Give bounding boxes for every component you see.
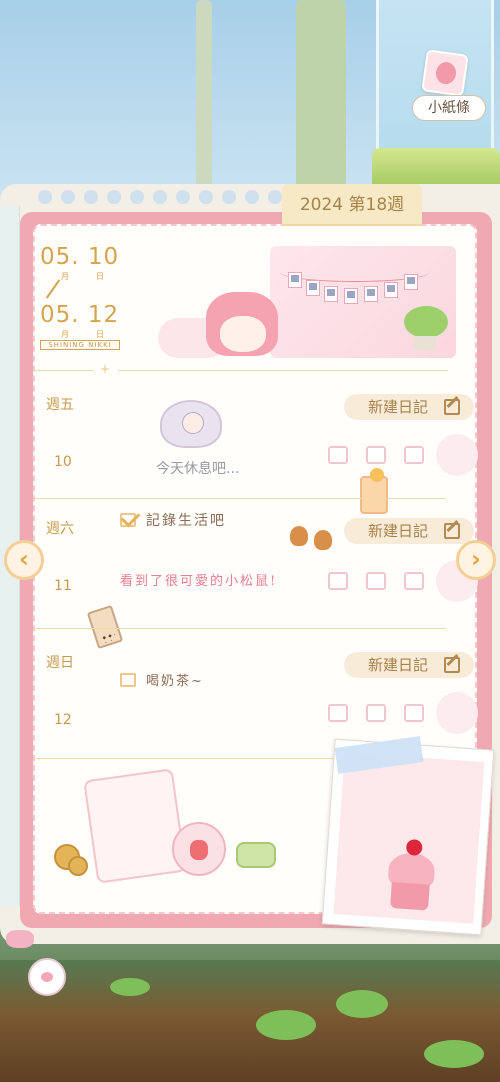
- binder-holes: [38, 190, 288, 204]
- sticker-slot[interactable]: [328, 572, 348, 590]
- mochi-icon: [236, 842, 276, 868]
- sparkle-icon: +: [100, 362, 111, 376]
- sticker-slot[interactable]: [328, 704, 348, 722]
- binder-hole: [268, 190, 282, 204]
- binder-hole: [84, 190, 98, 204]
- binder-hole: [130, 190, 144, 204]
- background-pillar: [296, 0, 346, 190]
- leaf-decoration: [256, 1010, 316, 1040]
- divider: [34, 370, 94, 371]
- binder-hole: [199, 190, 213, 204]
- sticker-slot[interactable]: [328, 446, 348, 464]
- diary-note: 看到了很可愛的小松鼠!: [120, 574, 278, 589]
- sticker-slot[interactable]: [404, 446, 424, 464]
- photo-icon: [384, 282, 398, 298]
- cherry-icon: [405, 838, 423, 857]
- todo-checkbox[interactable]: [120, 673, 136, 687]
- day-number: 11: [54, 578, 72, 594]
- photo-icon: [344, 288, 358, 304]
- leaf-decoration: [424, 1040, 484, 1068]
- sticker-slot[interactable]: [404, 704, 424, 722]
- day-unit: 日: [96, 330, 104, 339]
- snack-bag-icon: [83, 768, 187, 884]
- brand-label: SHINING NIKKI: [40, 340, 120, 350]
- todo-checkbox[interactable]: [120, 513, 136, 527]
- week-tab: 2024 第18週: [282, 184, 422, 226]
- background-pillar: [196, 0, 212, 200]
- divider: [34, 628, 446, 629]
- todo-text: 記錄生活吧: [146, 513, 226, 529]
- binder-hole: [245, 190, 259, 204]
- sticker-slot[interactable]: [366, 446, 386, 464]
- binder-hole: [176, 190, 190, 204]
- pencil-icon: [444, 399, 460, 415]
- background-floor: [0, 960, 500, 1082]
- cupcake-base-icon: [390, 881, 430, 911]
- weekday-label: 週日: [46, 655, 74, 671]
- note-avatar-icon[interactable]: [421, 49, 469, 97]
- chevron-right-icon[interactable]: ›: [456, 540, 496, 580]
- photo-icon: [288, 272, 302, 288]
- binder-hole: [38, 190, 52, 204]
- new-diary-button[interactable]: 新建日記: [344, 394, 474, 420]
- cookie-icon: [68, 856, 88, 876]
- squirrel-icon: [290, 526, 308, 546]
- binder-hole: [153, 190, 167, 204]
- leaf-decoration: [110, 978, 150, 996]
- strawberry-jar-icon: [172, 822, 226, 876]
- plant-pot-icon: [414, 336, 436, 350]
- mood-stamp-slot[interactable]: [436, 434, 478, 476]
- rest-text: 今天休息吧...: [156, 461, 240, 477]
- new-diary-label: 新建日記: [368, 522, 429, 540]
- day-unit: 日: [96, 272, 104, 281]
- girl-face: [220, 316, 266, 352]
- new-diary-label: 新建日記: [368, 656, 429, 674]
- photo-icon: [324, 286, 338, 302]
- pencil-icon: [444, 657, 460, 673]
- photo-icon: [306, 280, 320, 296]
- binder-hole: [107, 190, 121, 204]
- date-start: 05. 10: [40, 244, 120, 270]
- divider: [34, 758, 334, 759]
- binder-hole: [61, 190, 75, 204]
- sticker-slot[interactable]: [366, 572, 386, 590]
- photo-icon: [404, 274, 418, 290]
- new-diary-label: 新建日記: [368, 398, 429, 416]
- divider: [34, 498, 446, 499]
- squirrel-icon: [314, 530, 332, 550]
- day-number: 12: [54, 712, 72, 728]
- pencil-icon: [444, 523, 460, 539]
- paw-charm-icon: [28, 958, 66, 996]
- weekday-label: 週五: [46, 397, 74, 413]
- sticker-slot[interactable]: [366, 704, 386, 722]
- mood-stamp-slot[interactable]: [436, 692, 478, 734]
- sleeping-avatar-icon: [160, 400, 222, 448]
- new-diary-button[interactable]: 新建日記: [344, 518, 474, 544]
- bow-icon: [6, 930, 34, 948]
- binder-hole: [222, 190, 236, 204]
- month-unit: 月: [61, 330, 69, 339]
- month-unit: 月: [61, 272, 69, 281]
- divider: [118, 370, 448, 371]
- day-number: 10: [54, 454, 72, 470]
- chevron-left-icon[interactable]: ‹: [4, 540, 44, 580]
- plant-icon: [404, 306, 448, 338]
- leaf-decoration: [336, 990, 388, 1018]
- date-end: 05. 12: [40, 302, 120, 328]
- new-diary-button[interactable]: 新建日記: [344, 652, 474, 678]
- sticker-slot[interactable]: [404, 572, 424, 590]
- cupcake-photo: [333, 752, 485, 924]
- note-button[interactable]: 小紙條: [412, 95, 486, 121]
- photo-icon: [364, 286, 378, 302]
- weekday-label: 週六: [46, 521, 74, 537]
- orange-juice-icon: [360, 468, 388, 514]
- todo-text: 喝奶茶~: [146, 674, 204, 689]
